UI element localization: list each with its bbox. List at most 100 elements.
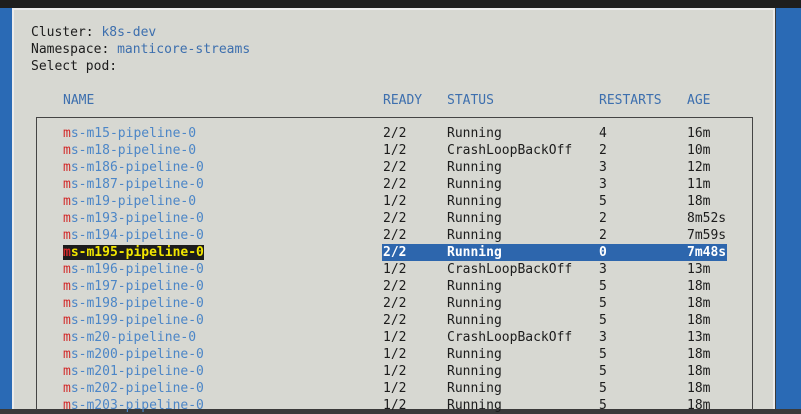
pod-name-rest: s-m198-pipeline-0	[70, 296, 204, 311]
cluster-value: k8s-dev	[101, 25, 157, 40]
pod-row[interactable]: ms-m198-pipeline-0 2/2 Running 5 18m	[0, 295, 801, 312]
terminal-top-strip	[0, 0, 801, 8]
pod-name: ms-m198-pipeline-0	[63, 295, 204, 312]
pod-age: 18m	[687, 398, 711, 413]
pod-restarts: 5	[599, 381, 607, 396]
pod-age: 7m59s	[687, 228, 727, 243]
pod-age: 18m	[687, 313, 711, 328]
pod-ready: 2/2	[383, 313, 407, 328]
namespace-value: manticore-streams	[117, 42, 251, 57]
pod-status: Running	[447, 194, 502, 209]
pod-name-rest: s-m19-pipeline-0	[70, 194, 197, 209]
pod-status: Running	[447, 228, 502, 243]
match-highlight-char: m	[63, 177, 71, 192]
prompt-text: Select pod:	[31, 59, 118, 74]
pod-name-rest: s-m199-pipeline-0	[70, 313, 204, 328]
pod-status: Running	[447, 364, 502, 379]
pod-age: 18m	[687, 194, 711, 209]
pod-row[interactable]: ms-m20-pipeline-0 1/2 CrashLoopBackOff 3 13m	[0, 329, 801, 346]
pod-ready: 1/2	[383, 364, 407, 379]
pod-ready: 2/2	[383, 211, 407, 226]
pod-row[interactable]: ms-m15-pipeline-0 2/2 Running 4 16m	[0, 125, 801, 142]
match-highlight-char: m	[63, 160, 71, 175]
pod-row[interactable]: ms-m19-pipeline-0 1/2 Running 5 18m	[0, 193, 801, 210]
pod-name-rest: s-m15-pipeline-0	[70, 126, 197, 141]
pod-name: ms-m195-pipeline-0	[63, 244, 204, 261]
pod-row[interactable]: ms-m203-pipeline-0 1/2 Running 5 18m	[0, 397, 801, 414]
pod-restarts: 5	[599, 347, 607, 362]
pod-status: Running	[447, 160, 502, 175]
pod-name: ms-m15-pipeline-0	[63, 125, 196, 142]
pod-name-rest: s-m194-pipeline-0	[70, 228, 204, 243]
pod-age: 12m	[687, 160, 711, 175]
pod-name: ms-m202-pipeline-0	[63, 380, 204, 397]
pod-ready: 1/2	[383, 398, 407, 413]
pod-status: Running	[447, 211, 502, 226]
pod-name: ms-m196-pipeline-0	[63, 261, 204, 278]
pod-restarts: 2	[599, 228, 607, 243]
pod-restarts: 3	[599, 330, 607, 345]
pod-name: ms-m201-pipeline-0	[63, 363, 204, 380]
pod-ready: 1/2	[383, 347, 407, 362]
pod-status: CrashLoopBackOff	[447, 143, 573, 158]
pod-name-rest: s-m18-pipeline-0	[70, 143, 197, 158]
match-highlight-char: m	[63, 262, 71, 277]
cluster-line: Cluster: k8s-dev	[31, 24, 156, 41]
pod-status: Running	[447, 279, 502, 294]
pod-row[interactable]: ms-m201-pipeline-0 1/2 Running 5 18m	[0, 363, 801, 380]
pod-row[interactable]: ms-m202-pipeline-0 1/2 Running 5 18m	[0, 380, 801, 397]
match-highlight-char: m	[63, 296, 71, 311]
pod-row-selected[interactable]: ms-m195-pipeline-0 2/2 Running 0 7m48s	[0, 244, 801, 261]
pod-status: Running	[447, 245, 502, 260]
pod-name: ms-m19-pipeline-0	[63, 193, 196, 210]
pod-row[interactable]: ms-m197-pipeline-0 2/2 Running 5 18m	[0, 278, 801, 295]
pod-name-rest: s-m202-pipeline-0	[70, 381, 204, 396]
pod-ready: 1/2	[383, 262, 407, 277]
pod-row[interactable]: ms-m193-pipeline-0 2/2 Running 2 8m52s	[0, 210, 801, 227]
match-highlight-char: m	[63, 381, 71, 396]
pod-age: 18m	[687, 279, 711, 294]
pod-ready: 1/2	[383, 194, 407, 209]
match-highlight-char: m	[63, 279, 71, 294]
pod-name: ms-m186-pipeline-0	[63, 159, 204, 176]
pod-row[interactable]: ms-m187-pipeline-0 2/2 Running 3 11m	[0, 176, 801, 193]
pod-status: CrashLoopBackOff	[447, 330, 573, 345]
selection-highlight	[382, 244, 727, 261]
pod-row[interactable]: ms-m199-pipeline-0 2/2 Running 5 18m	[0, 312, 801, 329]
match-highlight-char: m	[63, 398, 71, 413]
pod-name-rest: s-m203-pipeline-0	[70, 398, 204, 413]
match-highlight-char: m	[63, 143, 71, 158]
pod-name-rest: s-m20-pipeline-0	[70, 330, 197, 345]
pod-age: 10m	[687, 143, 711, 158]
pod-name-rest: s-m200-pipeline-0	[70, 347, 204, 362]
pod-row[interactable]: ms-m200-pipeline-0 1/2 Running 5 18m	[0, 346, 801, 363]
pod-name: ms-m199-pipeline-0	[63, 312, 204, 329]
pod-restarts: 4	[599, 126, 607, 141]
namespace-line: Namespace: manticore-streams	[31, 41, 250, 58]
pod-name: ms-m194-pipeline-0	[63, 227, 204, 244]
pod-ready: 2/2	[383, 279, 407, 294]
pod-status: Running	[447, 296, 502, 311]
pod-status: Running	[447, 177, 502, 192]
pod-restarts: 3	[599, 177, 607, 192]
pod-row[interactable]: ms-m196-pipeline-0 1/2 CrashLoopBackOff 3 13…	[0, 261, 801, 278]
match-highlight-char: m	[63, 245, 71, 260]
pod-restarts: 5	[599, 364, 607, 379]
pod-age: 18m	[687, 347, 711, 362]
pod-row[interactable]: ms-m194-pipeline-0 2/2 Running 2 7m59s	[0, 227, 801, 244]
pod-age: 18m	[687, 381, 711, 396]
match-highlight-char: m	[63, 126, 71, 141]
match-highlight-char: m	[63, 313, 71, 328]
pod-age: 18m	[687, 296, 711, 311]
pod-ready: 1/2	[383, 143, 407, 158]
pod-row[interactable]: ms-m186-pipeline-0 2/2 Running 3 12m	[0, 159, 801, 176]
pod-restarts: 0	[599, 245, 607, 260]
pod-ready: 2/2	[383, 126, 407, 141]
pod-restarts: 5	[599, 279, 607, 294]
pod-row[interactable]: ms-m18-pipeline-0 1/2 CrashLoopBackOff 2 10m	[0, 142, 801, 159]
pod-age: 8m52s	[687, 211, 727, 226]
pod-status: Running	[447, 347, 502, 362]
pod-name-rest: s-m201-pipeline-0	[70, 364, 204, 379]
match-highlight-char: m	[63, 211, 71, 226]
column-header-restarts: RESTARTS	[599, 93, 662, 108]
